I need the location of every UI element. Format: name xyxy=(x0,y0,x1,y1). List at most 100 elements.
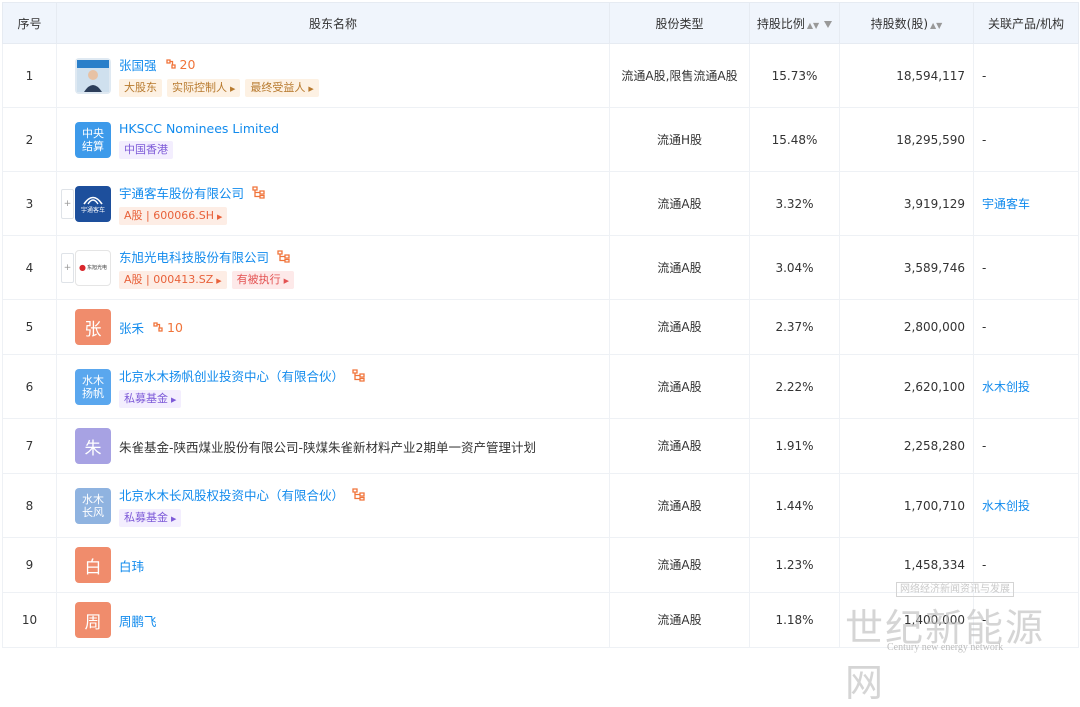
share-count: 1,700,710 xyxy=(839,473,974,538)
holder-cell: 周 周鹏飞 xyxy=(56,592,610,648)
equity-tree-icon[interactable] xyxy=(277,249,290,263)
tag-stock-code[interactable]: A股 | 000413.SZ ▶ xyxy=(119,270,227,289)
tag-enforced[interactable]: 有被执行 ▶ xyxy=(231,270,295,289)
company-logo-avatar[interactable]: 宇通客车 xyxy=(75,185,111,222)
relation-icon xyxy=(153,322,163,332)
related-entity: - xyxy=(973,107,1079,172)
letter-avatar[interactable]: 张 xyxy=(75,309,111,345)
row-index: 6 xyxy=(2,354,57,419)
row-index: 5 xyxy=(2,299,57,355)
share-count: 2,620,100 xyxy=(839,354,974,419)
org-avatar[interactable]: 水木 扬帆 xyxy=(75,368,111,405)
related-entity-link[interactable]: 宇通客车 xyxy=(982,197,1030,211)
tag-region: 中国香港 xyxy=(119,140,173,159)
org-avatar[interactable]: 水木 长风 xyxy=(75,487,111,524)
holder-name-link[interactable]: 北京水木扬帆创业投资中心（有限合伙） xyxy=(119,366,344,385)
table-row: 7 朱 朱雀基金-陕西煤业股份有限公司-陕煤朱雀新材料产业2期单一资产管理计划 … xyxy=(2,418,1079,474)
relation-count[interactable]: 10 xyxy=(152,320,183,335)
letter-avatar[interactable]: 朱 xyxy=(75,428,111,464)
share-type: 流通A股 xyxy=(609,537,750,593)
holding-ratio: 2.22% xyxy=(749,354,840,419)
caret-right-icon: ▶ xyxy=(308,84,314,93)
holder-cell: 中央 结算 HKSCC Nominees Limited 中国香港 xyxy=(56,107,610,172)
relation-icon xyxy=(165,59,176,69)
person-photo-icon xyxy=(77,59,109,92)
table-header-row: 序号 股东名称 股份类型 持股比例 ▲▼ 持股数(股) ▲▼ 关联产品/机构 xyxy=(2,2,1079,44)
table-row: 5 张 张禾 10 流通A股 2.37% 2,800,000 - xyxy=(2,299,1079,355)
tag-label: 实际控制人 xyxy=(172,80,227,94)
caret-right-icon: ▶ xyxy=(171,395,177,404)
header-ratio[interactable]: 持股比例 ▲▼ xyxy=(749,2,840,44)
person-photo-avatar[interactable] xyxy=(75,57,111,94)
tag-actual-controller[interactable]: 实际控制人 ▶ xyxy=(167,78,241,97)
equity-tree-icon[interactable] xyxy=(352,368,365,382)
header-related: 关联产品/机构 xyxy=(973,2,1079,44)
table-row: 6 水木 扬帆 北京水木扬帆创业投资中心（有限合伙） 私募基金 ▶ 流通A股 2… xyxy=(2,354,1079,419)
share-count: 2,800,000 xyxy=(839,299,974,355)
tag-label: 私募基金 xyxy=(124,510,168,524)
holder-name-link[interactable]: 北京水木长风股权投资中心（有限合伙） xyxy=(119,485,344,504)
filter-icon[interactable] xyxy=(824,20,833,28)
table-row: 1 张国强 20 大股东 实际控制人 ▶ 最终受益人 ▶ 流通A股,限售流通A股… xyxy=(2,43,1079,108)
tag-stock-code[interactable]: A股 | 600066.SH ▶ xyxy=(119,206,228,225)
header-shares[interactable]: 持股数(股) ▲▼ xyxy=(839,2,974,44)
related-entity-link[interactable]: 水木创投 xyxy=(982,499,1030,513)
tag-label: 私募基金 xyxy=(124,391,168,405)
row-index: 4 xyxy=(2,235,57,300)
holder-name-link[interactable]: 白玮 xyxy=(119,556,144,575)
tag-ultimate-beneficiary[interactable]: 最终受益人 ▶ xyxy=(245,78,319,97)
company-logo-avatar[interactable]: ● 东旭光电 xyxy=(75,249,111,286)
holder-name-link[interactable]: 宇通客车股份有限公司 xyxy=(119,183,244,202)
letter-avatar[interactable]: 白 xyxy=(75,547,111,583)
table-row: 4 + ●东旭光电 东旭光电科技股份有限公司 A股 | 000413.SZ▶ xyxy=(2,235,1079,300)
equity-tree-icon[interactable] xyxy=(352,487,365,501)
yutong-logo-icon xyxy=(83,196,103,205)
caret-right-icon: ▶ xyxy=(216,276,222,285)
holder-cell: + ● 东旭光电 东旭光电科技股份有限公司 A股 | 000413.SZ ▶ 有被执… xyxy=(56,235,610,300)
share-type: 流通A股 xyxy=(609,592,750,648)
share-count: 3,589,746 xyxy=(839,235,974,300)
related-entity: - xyxy=(973,299,1079,355)
related-entity-link[interactable]: 水木创投 xyxy=(982,380,1030,394)
share-type: 流通A股 xyxy=(609,473,750,538)
sort-icon[interactable]: ▲▼ xyxy=(807,21,819,30)
row-index: 7 xyxy=(2,418,57,474)
holding-ratio: 3.32% xyxy=(749,171,840,236)
holding-ratio: 1.44% xyxy=(749,473,840,538)
related-entity: - xyxy=(973,418,1079,474)
holder-name-link[interactable]: 东旭光电科技股份有限公司 xyxy=(119,247,269,266)
expand-icon[interactable]: + xyxy=(61,252,74,283)
holder-cell: 水木 扬帆 北京水木扬帆创业投资中心（有限合伙） 私募基金 ▶ xyxy=(56,354,610,419)
table-row: 3 + 宇通客车 宇通客车股份有限公司 A股 | 600066.SH ▶ 流通A… xyxy=(2,171,1079,236)
relation-count[interactable]: 20 xyxy=(165,56,196,72)
header-index: 序号 xyxy=(2,2,57,44)
holder-cell: 水木 长风 北京水木长风股权投资中心（有限合伙） 私募基金 ▶ xyxy=(56,473,610,538)
holding-ratio: 2.37% xyxy=(749,299,840,355)
holder-name-link[interactable]: HKSCC Nominees Limited xyxy=(119,121,279,136)
share-count: 2,258,280 xyxy=(839,418,974,474)
holder-name-link[interactable]: 张禾 xyxy=(119,318,144,337)
share-count: 3,919,129 xyxy=(839,171,974,236)
relation-count-value: 20 xyxy=(179,56,196,72)
header-ratio-label: 持股比例 xyxy=(756,16,805,31)
holding-ratio: 15.48% xyxy=(749,107,840,172)
holder-name-link[interactable]: 张国强 xyxy=(119,55,157,74)
tag-private-fund[interactable]: 私募基金 ▶ xyxy=(119,508,182,527)
watermark-tagline: 网络经济新闻资讯与发展 xyxy=(896,582,1014,597)
caret-right-icon: ▶ xyxy=(216,212,223,221)
tag-label: 最终受益人 xyxy=(250,80,306,94)
sort-icon[interactable]: ▲▼ xyxy=(930,21,942,30)
row-index: 10 xyxy=(2,592,57,648)
holding-ratio: 3.04% xyxy=(749,235,840,300)
letter-avatar[interactable]: 周 xyxy=(75,602,111,638)
dongxu-logo-icon: ● xyxy=(79,263,86,272)
expand-icon[interactable]: + xyxy=(61,188,74,219)
tag-label: A股 | 600066.SH xyxy=(124,208,214,222)
tag-private-fund[interactable]: 私募基金 ▶ xyxy=(119,389,182,408)
row-index: 8 xyxy=(2,473,57,538)
holder-name-link[interactable]: 周鹏飞 xyxy=(119,611,157,630)
tag-label: A股 | 000413.SZ xyxy=(124,272,214,286)
related-entity: - xyxy=(973,235,1079,300)
org-avatar[interactable]: 中央 结算 xyxy=(75,121,111,158)
equity-tree-icon[interactable] xyxy=(252,185,265,199)
